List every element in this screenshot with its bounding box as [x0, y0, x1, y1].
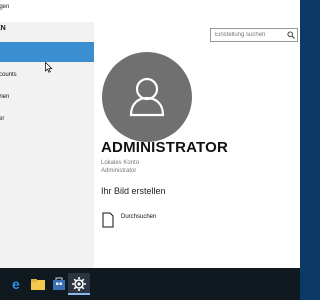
browse-label: Durchsuchen [121, 214, 157, 220]
sidebar-item-options[interactable]: onen [0, 87, 94, 107]
user-name: ADMINISTRATOR [101, 139, 229, 156]
settings-gear-icon [72, 277, 86, 291]
taskbar: e [0, 268, 300, 300]
edge-icon[interactable]: e [8, 275, 26, 293]
search-icon[interactable] [287, 31, 295, 39]
sidebar-header: EN [0, 25, 6, 32]
search-input[interactable] [210, 28, 298, 42]
sidebar-item-users[interactable]: zer [0, 109, 94, 129]
user-avatar-icon [102, 52, 192, 142]
store-icon[interactable] [50, 275, 68, 293]
file-icon [102, 212, 114, 228]
settings-window: ngen EN ccounts onen zer ADMINISTRATOR [0, 0, 300, 268]
mouse-cursor-icon [45, 62, 53, 73]
browse-button[interactable]: Durchsuchen [102, 212, 202, 230]
title-bar: ngen [0, 0, 300, 22]
file-explorer-icon[interactable] [29, 275, 47, 293]
settings-taskbar-button[interactable] [68, 273, 90, 295]
main-content: ADMINISTRATOR Lokales Konto Administrato… [94, 22, 300, 268]
window-title: ngen [0, 4, 10, 10]
account-type: Lokales Konto [101, 160, 140, 166]
sidebar-item-selected[interactable] [0, 42, 94, 62]
sidebar-item-label: ccounts [0, 72, 17, 78]
active-indicator [68, 293, 90, 295]
svg-text:e: e [12, 276, 20, 292]
picture-heading: Ihr Bild erstellen [101, 186, 166, 196]
sidebar-item-label: onen [0, 94, 10, 100]
account-role: Administrator [101, 168, 137, 174]
sidebar-item-label: zer [0, 116, 5, 122]
sidebar: EN ccounts onen zer [0, 22, 94, 268]
